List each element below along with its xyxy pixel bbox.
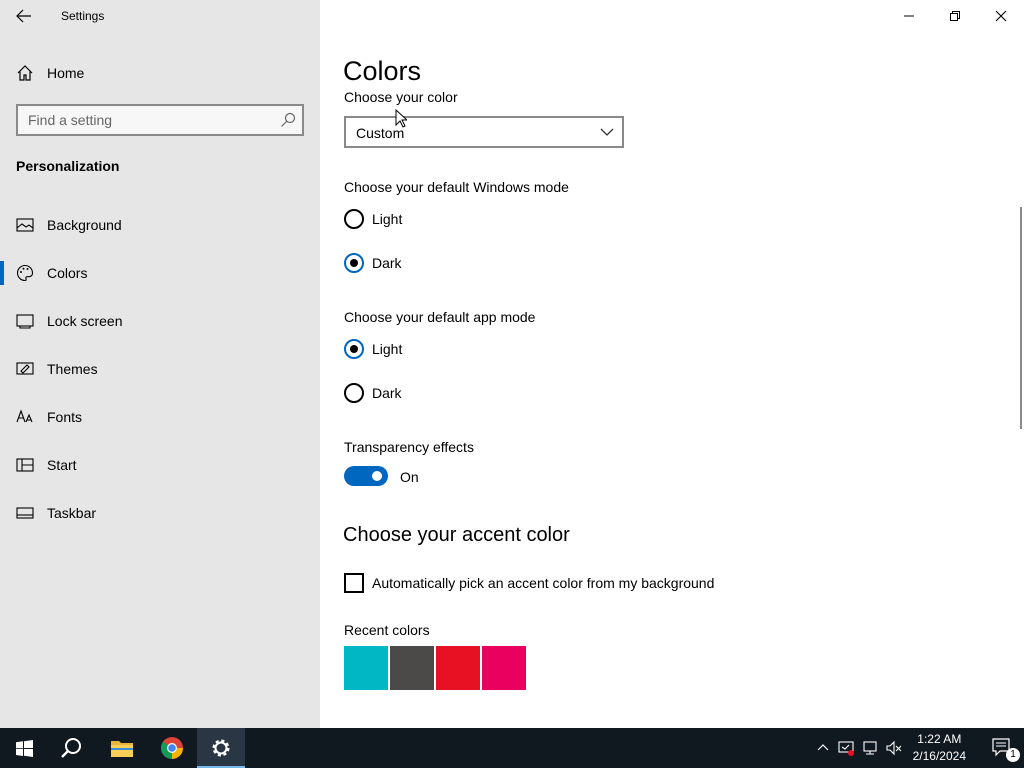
back-arrow-icon <box>16 9 31 23</box>
minimize-icon <box>904 15 914 17</box>
sidebar-item-label: Start <box>47 457 77 473</box>
sidebar-item-start[interactable]: Start <box>0 445 320 485</box>
search-icon[interactable] <box>280 112 296 128</box>
transparency-toggle[interactable] <box>344 466 388 486</box>
mouse-cursor-icon <box>395 109 407 128</box>
windows-logo-icon <box>15 739 33 757</box>
sidebar-item-taskbar[interactable]: Taskbar <box>0 493 320 533</box>
back-button[interactable] <box>8 4 40 28</box>
sidebar-item-background[interactable]: Background <box>0 205 320 245</box>
file-explorer-button[interactable] <box>98 728 146 768</box>
windows-mode-light-radio[interactable]: Light <box>344 209 544 233</box>
transparency-label: Transparency effects <box>344 439 474 455</box>
main-content: Colors Choose your color Custom Choose y… <box>320 0 1024 728</box>
transparency-state: On <box>400 469 419 485</box>
sidebar-section-title: Personalization <box>16 158 120 174</box>
radio-circle <box>344 339 364 359</box>
choose-color-label-text: Choose your color <box>344 92 458 105</box>
start-button[interactable] <box>0 728 48 768</box>
app-mode-light-radio[interactable]: Light <box>344 339 544 363</box>
app-mode-dark-radio[interactable]: Dark <box>344 383 544 407</box>
choose-color-label: Choose your color <box>344 92 458 106</box>
notification-center-button[interactable]: 1 <box>992 738 1020 762</box>
restore-button[interactable] <box>932 0 978 32</box>
lock-screen-icon <box>16 314 34 329</box>
auto-accent-checkbox[interactable] <box>344 573 364 593</box>
radio-circle <box>344 383 364 403</box>
brush-icon <box>16 362 34 375</box>
system-clock[interactable]: 1:22 AM 2/16/2024 <box>913 731 966 765</box>
recent-color-swatch[interactable] <box>344 646 388 690</box>
close-icon <box>995 10 1007 22</box>
folder-icon <box>111 741 133 757</box>
clock-time: 1:22 AM <box>917 732 962 746</box>
recent-colors-label: Recent colors <box>344 622 430 638</box>
windows-mode-label: Choose your default Windows mode <box>344 179 569 195</box>
sidebar-item-themes[interactable]: Themes <box>0 349 320 389</box>
chevron-up-icon[interactable] <box>815 740 831 756</box>
chrome-button[interactable] <box>148 728 196 768</box>
radio-label: Dark <box>372 385 402 401</box>
restore-icon <box>950 11 960 21</box>
search-input[interactable] <box>18 106 268 134</box>
search-taskbar-button[interactable] <box>48 728 96 768</box>
app-mode-label: Choose your default app mode <box>344 309 536 325</box>
auto-accent-label: Automatically pick an accent color from … <box>372 575 715 591</box>
minimize-button[interactable] <box>886 0 932 32</box>
sidebar-item-label: Background <box>47 217 122 233</box>
title-bar: Settings <box>0 0 320 32</box>
sidebar: Settings Home Personalization Background… <box>0 0 320 728</box>
sidebar-item-label: Lock screen <box>47 313 123 329</box>
radio-label: Dark <box>372 255 402 271</box>
clock-date: 2/16/2024 <box>912 749 966 763</box>
radio-circle <box>344 209 364 229</box>
palette-icon <box>17 264 34 282</box>
scrollbar[interactable] <box>1020 207 1022 429</box>
windows-mode-dark-radio[interactable]: Dark <box>344 253 544 277</box>
sidebar-home[interactable]: Home <box>0 56 320 90</box>
recent-color-swatch[interactable] <box>482 646 526 690</box>
sidebar-item-lock-screen[interactable]: Lock screen <box>0 301 320 341</box>
radio-label: Light <box>372 211 403 227</box>
sidebar-item-colors[interactable]: Colors <box>0 253 320 293</box>
volume-muted-icon[interactable] <box>886 740 902 756</box>
home-icon <box>17 65 33 81</box>
sidebar-item-fonts[interactable]: Fonts <box>0 397 320 437</box>
chevron-down-icon <box>600 128 614 136</box>
taskbar: 1:22 AM 2/16/2024 1 <box>0 728 1024 768</box>
search-box[interactable] <box>16 104 304 136</box>
choose-color-dropdown[interactable]: Custom <box>344 116 624 148</box>
picture-icon <box>16 218 34 232</box>
radio-circle <box>344 253 364 273</box>
settings-taskbar-button[interactable] <box>197 728 245 768</box>
page-title: Colors <box>343 56 422 86</box>
start-layout-icon <box>16 458 34 472</box>
accent-heading: Choose your accent color <box>343 524 570 546</box>
security-icon[interactable] <box>838 740 854 756</box>
notification-count: 1 <box>1006 748 1020 762</box>
sidebar-item-label: Taskbar <box>47 505 97 521</box>
font-icon <box>16 409 33 423</box>
toggle-knob <box>372 471 382 481</box>
sidebar-item-label: Colors <box>47 265 88 281</box>
chrome-icon <box>160 737 183 759</box>
recent-color-swatch[interactable] <box>436 646 480 690</box>
close-button[interactable] <box>978 0 1024 32</box>
gear-icon <box>212 739 230 757</box>
sidebar-home-label: Home <box>47 65 85 81</box>
sidebar-item-label: Themes <box>47 361 98 377</box>
recent-color-swatch[interactable] <box>390 646 434 690</box>
taskbar-icon <box>16 507 34 519</box>
sidebar-item-label: Fonts <box>47 409 83 425</box>
network-icon[interactable] <box>862 740 878 756</box>
search-icon <box>61 738 81 758</box>
app-title: Settings <box>61 9 105 23</box>
radio-label: Light <box>372 341 403 357</box>
